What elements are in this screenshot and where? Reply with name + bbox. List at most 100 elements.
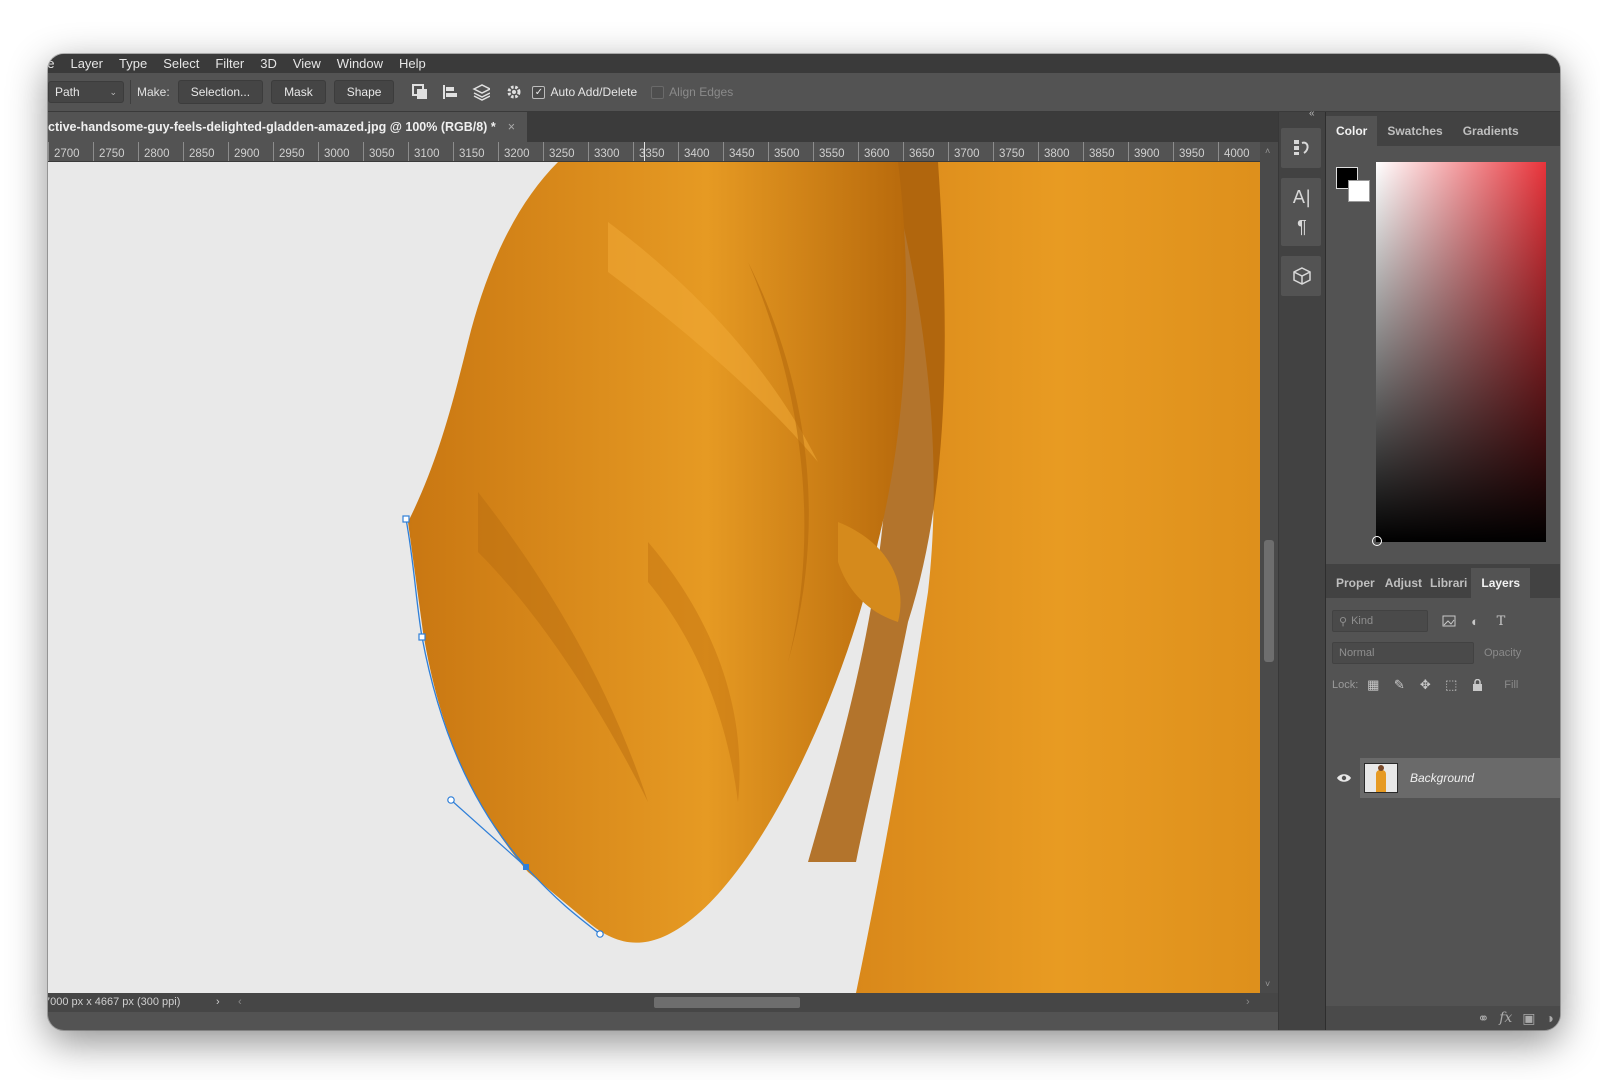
eye-icon[interactable] xyxy=(1334,768,1354,788)
menu-layer[interactable]: Layer xyxy=(62,54,111,73)
ruler-tick: 2750 xyxy=(93,142,125,161)
fx-icon[interactable]: fx xyxy=(1499,1010,1512,1026)
right-panels: Color Swatches Gradients Proper Adjust L… xyxy=(1325,112,1560,1030)
ruler-cursor-marker xyxy=(644,142,645,161)
ruler-tick: 3800 xyxy=(1038,142,1070,161)
make-mask-button[interactable]: Mask xyxy=(271,80,326,104)
ruler-tick: 3650 xyxy=(903,142,935,161)
lock-all-icon[interactable] xyxy=(1466,674,1488,696)
make-label: Make: xyxy=(137,85,170,99)
horizontal-scroll-thumb[interactable] xyxy=(654,997,800,1008)
paragraph-icon[interactable]: ¶ xyxy=(1289,214,1315,240)
document-canvas[interactable] xyxy=(48,162,1260,993)
adjustment-filter-icon[interactable]: ◐ xyxy=(1464,610,1486,632)
tab-libraries[interactable]: Librari xyxy=(1426,568,1471,598)
layers-panel-tabs: Proper Adjust Librari Layers xyxy=(1326,564,1560,598)
photoshop-window: ge Layer Type Select Filter 3D View Wind… xyxy=(48,54,1560,1030)
layer-name: Background xyxy=(1410,771,1475,785)
tab-adjustments[interactable]: Adjust xyxy=(1381,568,1426,598)
type-filter-icon[interactable]: T xyxy=(1490,610,1512,632)
ruler-tick: 3700 xyxy=(948,142,980,161)
new-adjustment-icon[interactable]: ◑ xyxy=(1546,1010,1554,1026)
pen-mode-select[interactable]: Path ⌄ xyxy=(48,81,124,103)
scroll-up-icon[interactable]: ˄ xyxy=(1265,146,1270,156)
panel-dock-strip: « A| ¶ xyxy=(1278,108,1325,1030)
auto-add-delete-checkbox[interactable]: ✓ Auto Add/Delete xyxy=(532,85,637,99)
lock-label: Lock: xyxy=(1332,679,1359,691)
ruler-tick: 2800 xyxy=(138,142,170,161)
color-picker-cursor[interactable] xyxy=(1372,536,1382,546)
ruler-tick: 2700 xyxy=(48,142,80,161)
ruler-tick: 3600 xyxy=(858,142,890,161)
document-tab[interactable]: ctive-handsome-guy-feels-delighted-gladd… xyxy=(48,112,527,142)
dock-group: A| ¶ xyxy=(1281,178,1321,246)
blend-mode-select[interactable]: Normal xyxy=(1332,642,1474,664)
menu-window[interactable]: Window xyxy=(329,54,391,73)
menu-image[interactable]: ge xyxy=(48,54,62,73)
collapse-icon[interactable]: « xyxy=(1309,108,1315,119)
path-alignment-icon[interactable] xyxy=(438,80,462,104)
ruler-tick: 3900 xyxy=(1128,142,1160,161)
link-layers-icon[interactable]: ⚭ xyxy=(1477,1010,1489,1027)
layers-panel-footer: ⚭ fx ▣ ◑ xyxy=(1326,1006,1560,1030)
close-icon[interactable]: × xyxy=(508,120,515,134)
ruler-tick: 3000 xyxy=(318,142,350,161)
options-bar: Path ⌄ Make: Selection... Mask Shape ✓ A… xyxy=(48,73,1560,112)
scroll-left-icon[interactable]: ‹ xyxy=(238,993,242,1012)
background-color-swatch[interactable] xyxy=(1348,180,1370,202)
checkbox-unchecked-icon xyxy=(651,85,665,99)
tab-layers[interactable]: Layers xyxy=(1471,568,1531,598)
opacity-label: Opacity xyxy=(1484,647,1522,659)
menu-select[interactable]: Select xyxy=(155,54,207,73)
pen-mode-value: Path xyxy=(55,85,80,99)
lock-transparency-icon[interactable]: ▦ xyxy=(1362,674,1384,696)
character-icon[interactable]: A| xyxy=(1289,184,1315,210)
vertical-scrollbar[interactable]: ˄ ˅ xyxy=(1260,142,1278,993)
history-icon[interactable] xyxy=(1289,134,1315,160)
blend-mode-value: Normal xyxy=(1339,647,1375,659)
lock-paint-icon[interactable]: ✎ xyxy=(1388,674,1410,696)
color-picker-field[interactable] xyxy=(1372,162,1546,546)
add-mask-icon[interactable]: ▣ xyxy=(1522,1010,1535,1027)
tab-properties[interactable]: Proper xyxy=(1326,568,1381,598)
image-filter-icon[interactable] xyxy=(1438,610,1460,632)
layer-row-background[interactable]: Background xyxy=(1360,758,1560,798)
color-panel-tabs: Color Swatches Gradients xyxy=(1326,112,1560,146)
ruler-tick: 3250 xyxy=(543,142,575,161)
fill-label: Fill xyxy=(1504,679,1519,691)
menu-help[interactable]: Help xyxy=(391,54,434,73)
scroll-thumb[interactable] xyxy=(1264,540,1274,662)
horizontal-ruler: 2700 2750 2800 2850 2900 2950 3000 3050 … xyxy=(48,142,1260,162)
search-icon: ⚲ xyxy=(1339,615,1348,628)
auto-add-delete-label: Auto Add/Delete xyxy=(550,85,638,99)
layer-thumbnail xyxy=(1364,763,1398,793)
status-bar: 7000 px x 4667 px (300 ppi) › ‹ › xyxy=(48,993,1278,1012)
lock-position-icon[interactable]: ✥ xyxy=(1414,674,1436,696)
path-operations-icon[interactable] xyxy=(408,80,432,104)
make-shape-button[interactable]: Shape xyxy=(333,80,395,104)
ruler-tick: 4000 xyxy=(1218,142,1250,161)
3d-cube-icon[interactable] xyxy=(1289,263,1315,289)
path-arrangement-icon[interactable] xyxy=(468,80,492,104)
layer-filter-row: ⚲ Kind ◐ T xyxy=(1332,610,1560,632)
status-menu-arrow[interactable]: › xyxy=(216,993,220,1012)
align-edges-checkbox[interactable]: Align Edges xyxy=(651,85,733,99)
chevron-down-icon: ⌄ xyxy=(109,86,117,97)
ruler-tick: 2850 xyxy=(183,142,215,161)
ruler-tick: 3950 xyxy=(1173,142,1205,161)
layer-kind-filter[interactable]: ⚲ Kind xyxy=(1332,610,1428,632)
scroll-down-icon[interactable]: ˅ xyxy=(1265,979,1270,989)
lock-artboard-icon[interactable]: ⬚ xyxy=(1440,674,1462,696)
scroll-right-icon[interactable]: › xyxy=(1246,993,1250,1012)
menu-filter[interactable]: Filter xyxy=(207,54,252,73)
menu-type[interactable]: Type xyxy=(111,54,155,73)
make-selection-button[interactable]: Selection... xyxy=(177,80,264,104)
menu-3d[interactable]: 3D xyxy=(252,54,285,73)
tab-swatches[interactable]: Swatches xyxy=(1377,116,1452,146)
tab-gradients[interactable]: Gradients xyxy=(1453,116,1529,146)
photo-sweater xyxy=(48,162,1260,993)
kind-label: Kind xyxy=(1351,615,1374,627)
gear-icon[interactable] xyxy=(502,80,526,104)
menu-view[interactable]: View xyxy=(285,54,329,73)
tab-color[interactable]: Color xyxy=(1326,116,1378,146)
